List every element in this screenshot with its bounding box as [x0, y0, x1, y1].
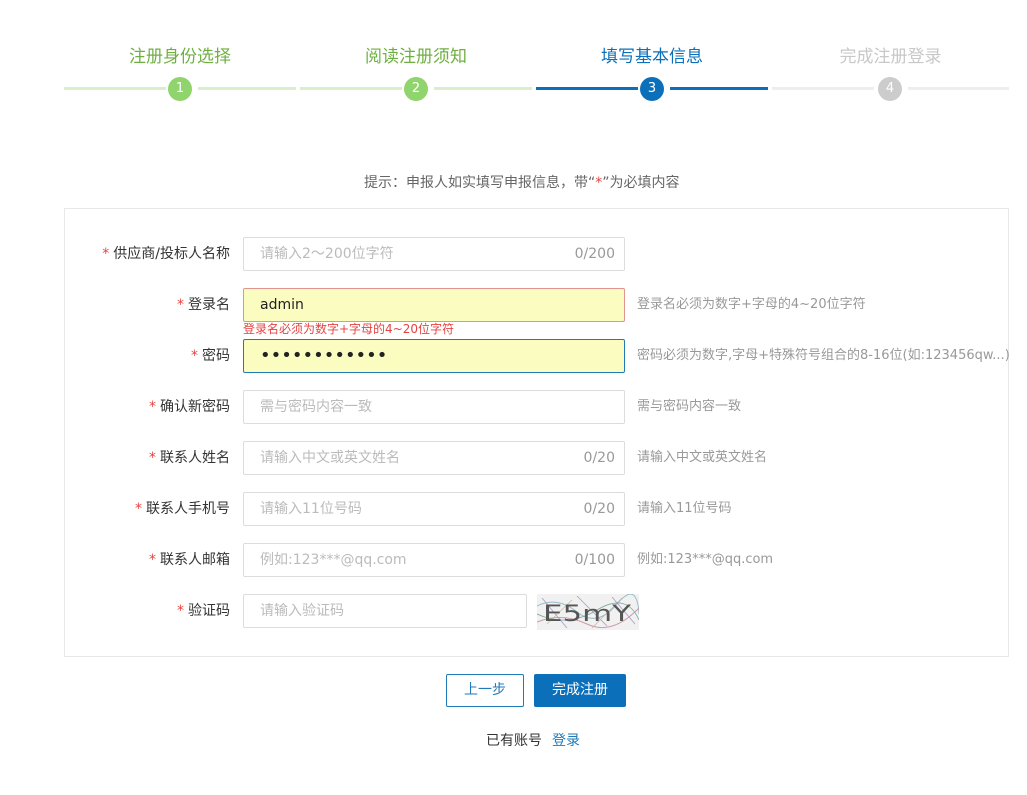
contact-email-input[interactable]: 例如:123***@qq.com 0/100 — [243, 543, 625, 577]
contact-email-placeholder: 例如:123***@qq.com — [260, 552, 407, 568]
hint-text-before: 提示：申报人如实填写申报信息，带“ — [364, 175, 596, 191]
registration-form: * 供应商/投标人名称 请输入2～200位字符 0/200 * 登录名 admin 登… — [64, 208, 1010, 657]
captcha-image[interactable]: E5mY — [537, 594, 639, 630]
supplier-input[interactable]: 请输入2～200位字符 0/200 — [243, 237, 625, 271]
row-contact-phone: * 联系人手机号 请输入11位号码 0/20 请输入11位号码 — [65, 492, 1008, 526]
login-link[interactable]: 登录 — [552, 733, 580, 749]
step-4-title: 完成注册登录 — [839, 47, 942, 67]
login-input[interactable]: admin — [243, 288, 625, 322]
prev-step-button[interactable]: 上一步 — [446, 674, 524, 707]
step-progress: 注册身份选择 1 阅读注册须知 2 填写基本信息 3 完成注册登录 4 — [64, 0, 1009, 110]
supplier-placeholder: 请输入2～200位字符 — [260, 246, 394, 262]
contact-name-placeholder: 请输入中文或英文姓名 — [260, 450, 400, 466]
contact-email-label: * 联系人邮箱 — [149, 552, 230, 568]
password-label: * 密码 — [191, 348, 230, 364]
step-1-line-left — [64, 87, 166, 90]
login-tip: 登录名必须为数字+字母的4~20位字符 — [637, 297, 866, 312]
contact-phone-placeholder: 请输入11位号码 — [260, 501, 362, 517]
contact-phone-label: * 联系人手机号 — [135, 501, 230, 517]
row-password: * 密码 •••••••••••• 密码必须为数字,字母+特殊符号组合的8-16位… — [65, 339, 1010, 373]
contact-name-tip: 请输入中文或英文姓名 — [637, 450, 768, 465]
login-prompt: 已有账号 登录 — [486, 730, 580, 750]
row-supplier: * 供应商/投标人名称 请输入2～200位字符 0/200 — [65, 237, 1008, 271]
step-3-title: 填写基本信息 — [601, 47, 703, 67]
captcha-noise-graphic: E5mY — [537, 594, 639, 630]
step-4-circle: 4 — [878, 77, 902, 101]
row-confirm: * 确认新密码 需与密码内容一致 需与密码内容一致 — [65, 390, 1008, 424]
contact-name-counter: 0/20 — [583, 450, 615, 466]
confirm-label: * 确认新密码 — [149, 399, 230, 415]
step-1-title: 注册身份选择 — [129, 47, 231, 67]
step-4: 完成注册登录 4 — [772, 0, 1009, 110]
password-input[interactable]: •••••••••••• — [243, 339, 625, 373]
step-4-line-left — [772, 87, 874, 90]
finish-register-button[interactable]: 完成注册 — [534, 674, 626, 707]
step-2: 阅读注册须知 2 — [300, 0, 532, 110]
contact-phone-input[interactable]: 请输入11位号码 0/20 — [243, 492, 625, 526]
login-label: * 登录名 — [177, 297, 230, 313]
hint-text-after: ”为必填内容 — [602, 175, 680, 191]
contact-name-label: * 联系人姓名 — [149, 450, 230, 466]
step-3-line-left — [536, 87, 638, 90]
step-2-line-left — [300, 87, 402, 90]
step-3: 填写基本信息 3 — [536, 0, 768, 110]
login-value: admin — [260, 297, 304, 313]
row-contact-email: * 联系人邮箱 例如:123***@qq.com 0/100 例如:123***@q… — [65, 543, 1008, 577]
step-3-line-right — [670, 87, 768, 90]
step-2-line-right — [434, 87, 532, 90]
confirm-password-input[interactable]: 需与密码内容一致 — [243, 390, 625, 424]
login-error: 登录名必须为数字+字母的4~20位字符 — [243, 322, 455, 336]
captcha-input[interactable]: 请输入验证码 — [243, 594, 527, 628]
supplier-label: * 供应商/投标人名称 — [102, 246, 230, 262]
contact-name-input[interactable]: 请输入中文或英文姓名 0/20 — [243, 441, 625, 475]
captcha-placeholder: 请输入验证码 — [260, 603, 344, 619]
row-login: * 登录名 admin 登录名必须为数字+字母的4~20位字符 登录名必须为数字+… — [65, 288, 1008, 336]
step-1: 注册身份选择 1 — [64, 0, 296, 110]
step-2-title: 阅读注册须知 — [365, 47, 467, 67]
step-4-line-right — [908, 87, 1009, 90]
step-3-circle: 3 — [640, 77, 664, 101]
contact-phone-counter: 0/20 — [583, 501, 615, 517]
contact-phone-tip: 请输入11位号码 — [637, 501, 732, 516]
password-tip: 密码必须为数字,字母+特殊符号组合的8-16位(如:123456qw...) — [637, 348, 1010, 363]
step-1-line-right — [198, 87, 296, 90]
step-2-circle: 2 — [404, 77, 428, 101]
confirm-tip: 需与密码内容一致 — [637, 399, 742, 414]
contact-email-counter: 0/100 — [574, 552, 615, 568]
captcha-text: E5mY — [543, 602, 632, 627]
contact-email-tip: 例如:123***@qq.com — [637, 552, 774, 567]
confirm-placeholder: 需与密码内容一致 — [260, 399, 372, 415]
captcha-label: * 验证码 — [177, 603, 230, 619]
have-account-text: 已有账号 — [486, 733, 542, 749]
row-contact-name: * 联系人姓名 请输入中文或英文姓名 0/20 请输入中文或英文姓名 — [65, 441, 1008, 475]
password-value: •••••••••••• — [260, 345, 388, 366]
supplier-counter: 0/200 — [574, 246, 615, 262]
row-captcha: * 验证码 请输入验证码 E5mY — [65, 594, 1008, 630]
required-hint: 提示：申报人如实填写申报信息，带“*”为必填内容 — [364, 172, 680, 192]
step-1-circle: 1 — [168, 77, 192, 101]
